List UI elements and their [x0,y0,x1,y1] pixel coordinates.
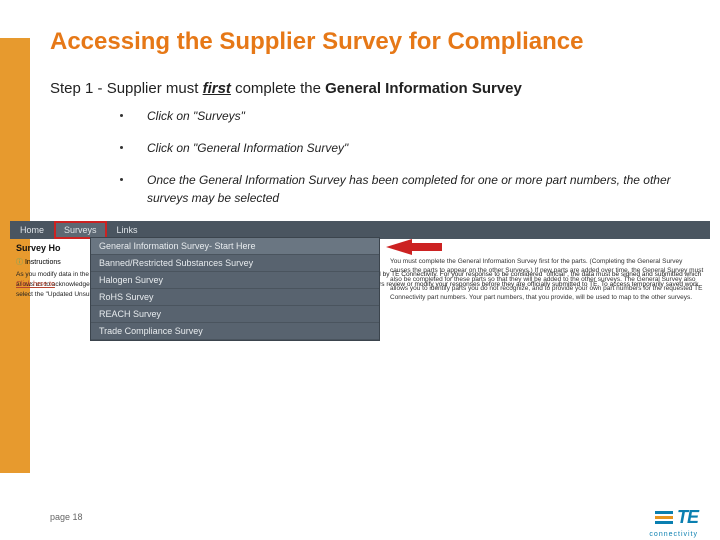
bullet-icon [120,114,123,117]
dropdown-item-banned[interactable]: Banned/Restricted Substances Survey [91,255,379,272]
page-title: Accessing the Supplier Survey for Compli… [50,28,680,56]
info-icon: ⓘ [16,259,23,266]
step-first: first [203,80,231,97]
instructions-label: Instructions [25,259,61,266]
page-number: page 18 [50,512,83,522]
dropdown-item-halogen[interactable]: Halogen Survey [91,272,379,289]
link-text: Click here to [16,281,55,288]
dropdown-item-general[interactable]: General Information Survey- Start Here [91,238,379,255]
body-para-right: You must complete the General Informatio… [390,257,704,302]
tab-home[interactable]: Home [10,221,54,239]
logo-text: TE [677,507,698,528]
list-item: Click on "Surveys" [120,107,680,125]
instructions-row: ⓘ Instructions [16,257,61,267]
bullet-icon [120,146,123,149]
dropdown-item-reach[interactable]: REACH Survey [91,306,379,323]
step-prefix: Step 1 - Supplier must [50,80,203,97]
step-bold: General Information Survey [325,80,522,97]
te-logo: TE connectivity [655,507,698,528]
logo-bars-icon [655,511,673,524]
logo-subtext: connectivity [649,531,698,538]
step-mid: complete the [231,80,325,97]
embedded-screenshot: Home Surveys Links Survey Ho As you modi… [10,221,710,299]
callout-arrow-icon [386,239,412,255]
survey-dropdown[interactable]: General Information Survey- Start Here B… [90,237,380,341]
dropdown-item-rohs[interactable]: RoHS Survey [91,289,379,306]
click-here-link[interactable]: Click here to [16,273,55,291]
list-item: Click on "General Information Survey" [120,139,680,157]
dropdown-item-trade[interactable]: Trade Compliance Survey [91,323,379,340]
bullet-text: Click on "Surveys" [147,107,245,125]
bullet-text: Click on "General Information Survey" [147,139,348,157]
step-line: Step 1 - Supplier must first complete th… [50,80,680,97]
